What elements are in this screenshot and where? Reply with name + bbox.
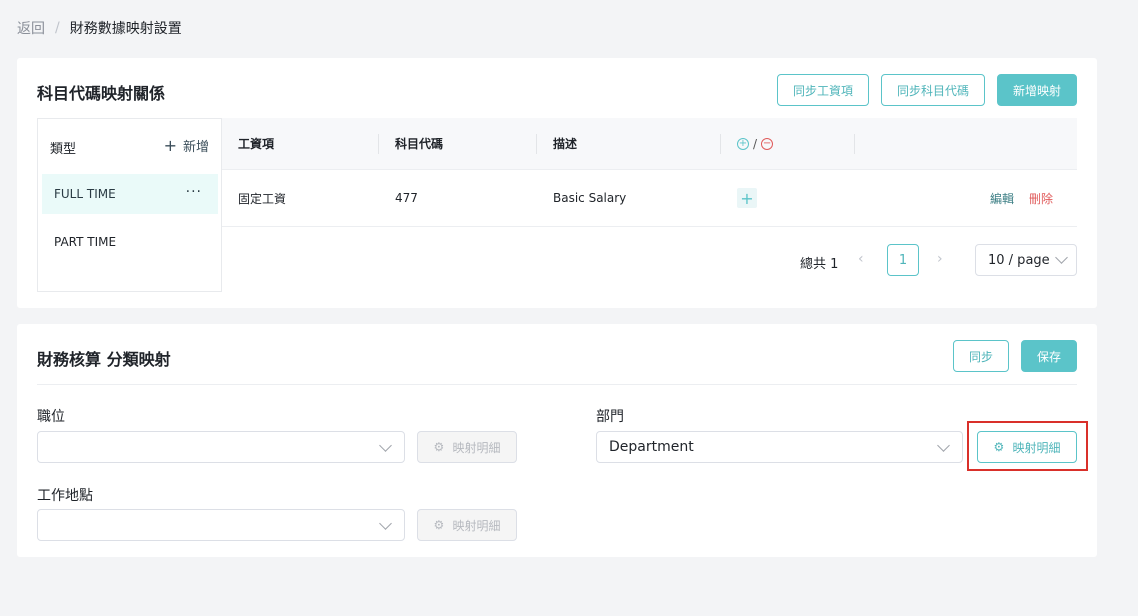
type-item-label: PART TIME [54,235,117,249]
type-item-label: FULL TIME [54,187,116,201]
accounting-mapping-card: 財務核算 分類映射 同步 保存 職位 ⚙ 映射明細 部門 Department … [17,324,1097,557]
gear-icon: ⚙ [433,440,445,454]
cell-add: + [721,170,855,226]
position-mapping-detail-label: 映射明細 [452,440,501,455]
more-icon[interactable]: ··· [186,184,202,200]
add-mapping-button[interactable]: 新增映射 [997,74,1077,106]
gear-icon: ⚙ [433,518,445,532]
add-type-label: 新增 [182,140,209,155]
sync-button[interactable]: 同步 [953,340,1009,372]
sync-account-code-button[interactable]: 同步科目代碼 [881,74,985,106]
accounting-mapping-title: 財務核算 分類映射 [37,350,171,369]
add-remove-separator: / [753,136,758,151]
mapping-table: 工資項 科目代碼 描述 + / − 固定工資 477 Basic Salary … [222,118,1077,227]
cell-actions: 編輯 刪除 [855,170,1077,226]
code-mapping-card: 科目代碼映射關係 同步工資項 同步科目代碼 新增映射 類型 + 新增 FULL … [17,58,1097,308]
work-location-mapping-detail-label: 映射明細 [452,518,501,533]
position-mapping-detail-button: ⚙ 映射明細 [417,431,517,463]
type-item-part-time[interactable]: PART TIME [42,222,218,262]
column-header-description: 描述 [537,118,721,169]
work-location-mapping-detail-button: ⚙ 映射明細 [417,509,517,541]
chevron-left-icon[interactable]: ‹ [858,251,864,267]
table-row: 固定工資 477 Basic Salary + 編輯 刪除 [222,170,1077,227]
divider [37,384,1077,385]
row-add-icon[interactable]: + [737,188,757,208]
department-label: 部門 [596,409,624,425]
type-panel-header: 類型 [50,142,77,157]
type-item-full-time[interactable]: FULL TIME ··· [42,174,218,214]
pagination-page-1[interactable]: 1 [887,244,919,276]
table-header: 工資項 科目代碼 描述 + / − [222,118,1077,170]
save-button[interactable]: 保存 [1021,340,1077,372]
breadcrumb-separator: / [55,20,60,36]
cell-account-code: 477 [395,191,418,205]
column-header-account-code: 科目代碼 [379,118,537,169]
plus-icon: + [163,136,177,155]
position-select[interactable] [37,431,405,463]
remove-circle-icon[interactable]: − [761,137,774,150]
page-size-value: 10 / page [988,252,1050,268]
edit-link[interactable]: 編輯 [990,190,1014,207]
position-label: 職位 [37,409,65,425]
chevron-down-icon [1055,251,1068,264]
column-header-actions [855,118,1077,169]
add-circle-icon[interactable]: + [737,137,749,150]
breadcrumb: 返回 / 財務數據映射設置 [17,18,182,38]
highlight-box [967,421,1088,471]
work-location-label: 工作地點 [37,488,93,504]
pagination-total: 總共 1 [800,257,839,272]
department-value: Department [609,439,694,455]
sync-salary-items-button[interactable]: 同步工資項 [777,74,869,106]
page-title: 財務數據映射設置 [69,21,182,37]
cell-salary-item: 固定工資 [238,191,287,206]
column-header-add-remove: + / − [721,118,855,169]
cell-description: Basic Salary [553,191,627,205]
chevron-down-icon [379,517,392,530]
page-size-select[interactable]: 10 / page [975,244,1077,276]
delete-link[interactable]: 刪除 [1029,190,1053,207]
add-type-button[interactable]: + 新增 [164,136,209,155]
column-header-salary-item: 工資項 [222,118,379,169]
breadcrumb-back-link[interactable]: 返回 [17,18,45,38]
code-mapping-title: 科目代碼映射關係 [37,84,166,103]
chevron-right-icon[interactable]: › [937,251,943,267]
work-location-select[interactable] [37,509,405,541]
chevron-down-icon [379,439,392,452]
type-panel: 類型 + 新增 FULL TIME ··· PART TIME [37,118,222,292]
department-select[interactable]: Department [596,431,963,463]
chevron-down-icon [937,439,950,452]
